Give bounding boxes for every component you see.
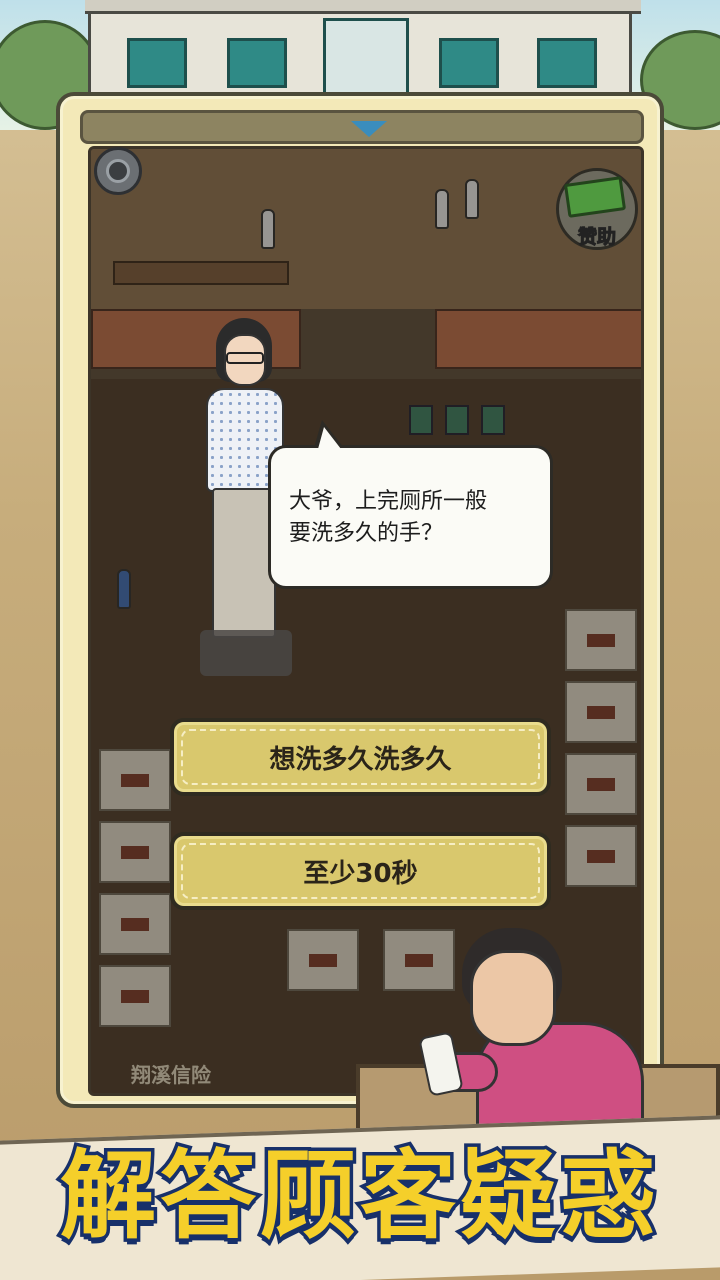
building-window [227,38,287,88]
answer-option-1-label: 想洗多久洗多久 [269,744,452,775]
answer-option-2[interactable]: 至少30秒 [170,832,551,910]
character-pedestal [200,630,292,676]
building-window [537,38,597,88]
sponsor-button[interactable]: 赞助 [556,168,638,260]
panel-top-bar [80,110,644,144]
auntie-face [470,950,556,1046]
answer-option-2-label: 至少30秒 [303,858,418,889]
settings-gear-icon[interactable] [94,147,142,195]
answer-option-1[interactable]: 想洗多久洗多久 [170,718,551,796]
glasses-icon [226,352,264,364]
building-roof [85,0,641,14]
building-window [127,38,187,88]
building-window [439,38,499,88]
speech-bubble-tail-fill [318,427,341,449]
speech-bubble: 大爷，上完厕所一般 要洗多久的手？ [268,445,553,589]
panel-notch-icon [351,121,387,137]
customer-question: 大爷，上完厕所一般 要洗多久的手？ [289,489,488,546]
sponsor-label: 赞助 [577,226,616,249]
promo-caption: 解答顾客疑惑 [57,1137,660,1256]
customer-pants [212,488,276,638]
